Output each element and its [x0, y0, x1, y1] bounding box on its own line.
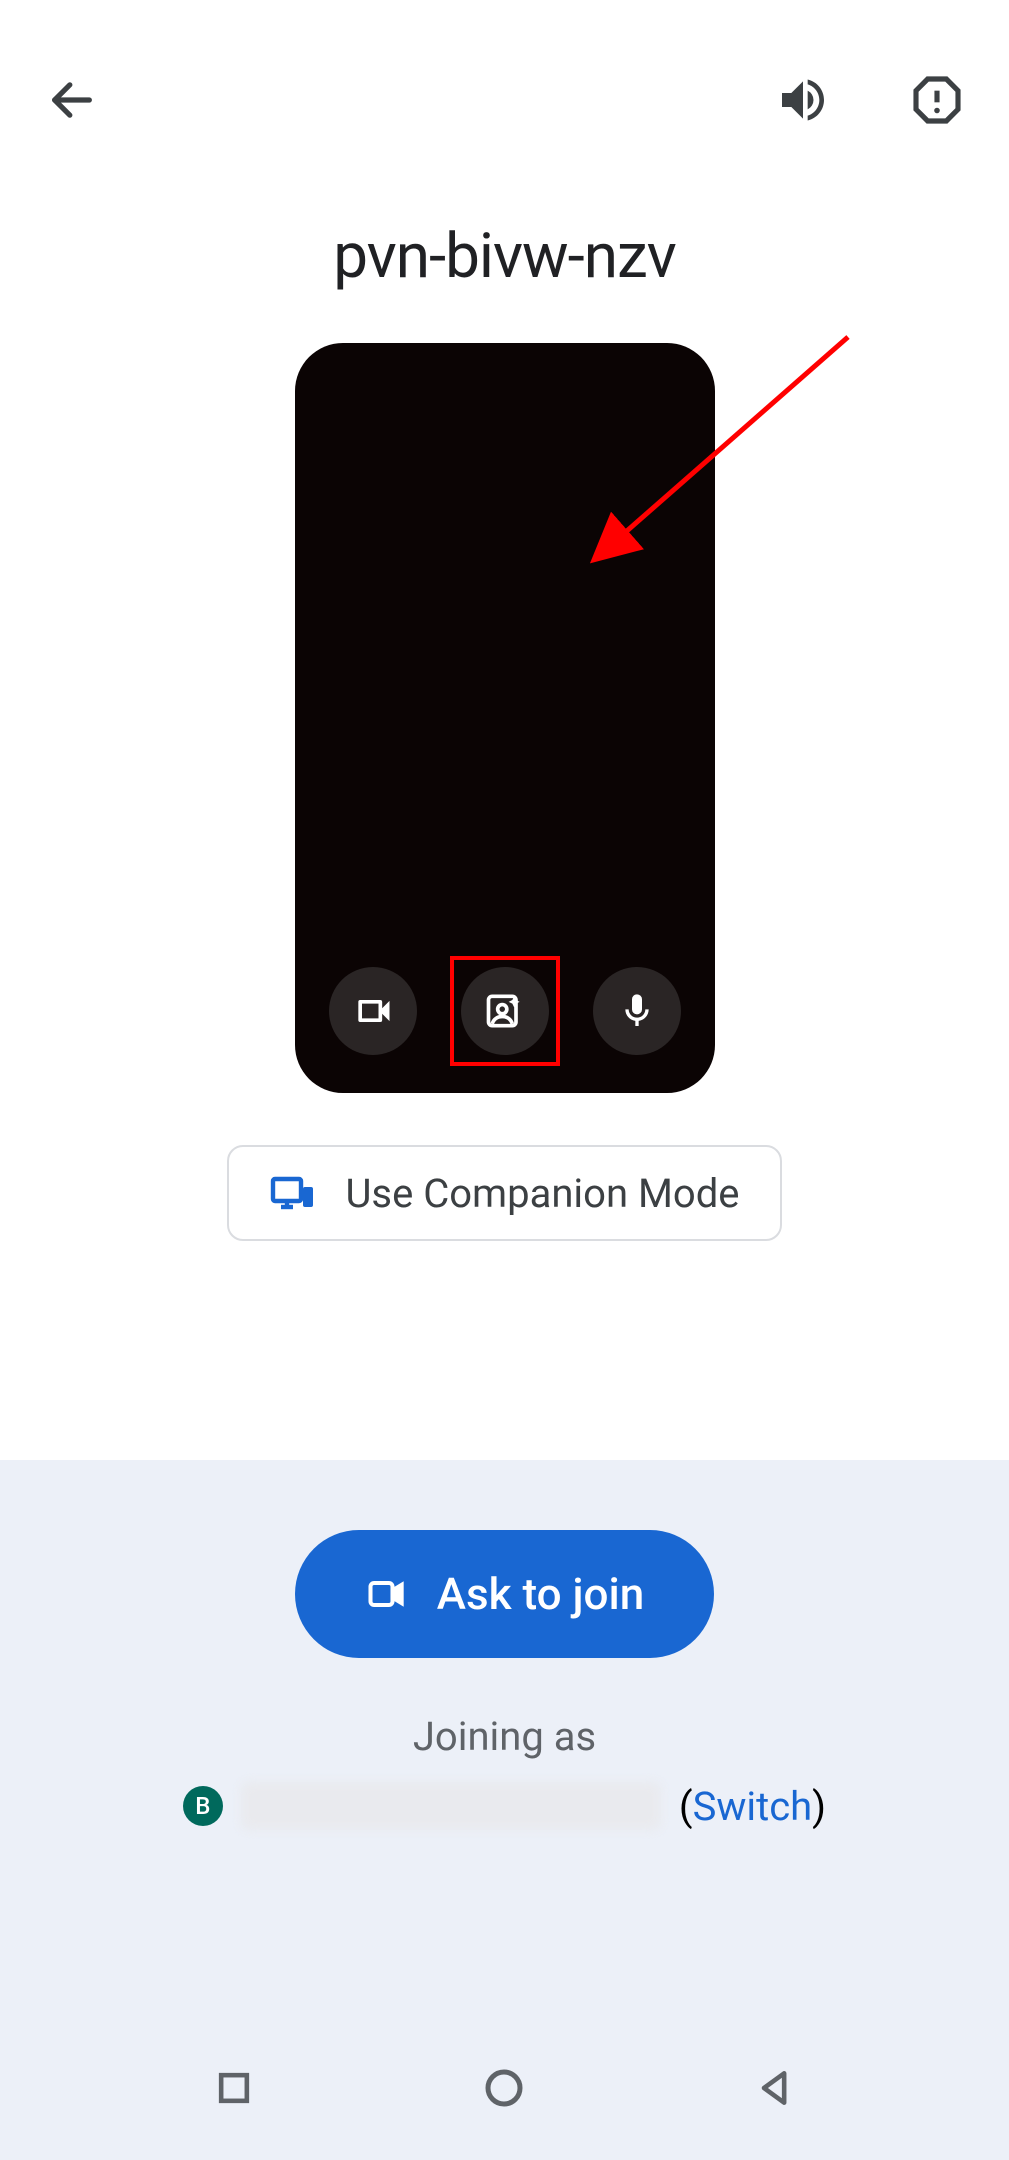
- toggle-camera-button[interactable]: [329, 967, 417, 1055]
- self-video-preview: [295, 343, 715, 1093]
- joining-as-label: Joining as: [413, 1713, 596, 1760]
- companion-mode-button[interactable]: Use Companion Mode: [227, 1145, 781, 1241]
- meeting-code: pvn-bivw-nzv: [0, 220, 1009, 293]
- companion-mode-label: Use Companion Mode: [345, 1170, 739, 1217]
- nav-recent-button[interactable]: [212, 2066, 256, 2114]
- report-octagon-icon: [909, 72, 965, 128]
- circle-outline-icon: [480, 2064, 528, 2112]
- ask-to-join-label: Ask to join: [437, 1568, 644, 1620]
- switch-account-link[interactable]: Switch: [693, 1783, 813, 1830]
- system-nav-bar: [0, 2020, 1009, 2160]
- report-problem-button[interactable]: [905, 68, 969, 132]
- speaker-icon: [775, 72, 831, 128]
- bottom-panel: Ask to join Joining as B (Switch): [0, 1460, 1009, 2160]
- audio-output-button[interactable]: [771, 68, 835, 132]
- account-email-redacted: [241, 1782, 661, 1830]
- videocam-outline-icon: [365, 1572, 409, 1616]
- ask-to-join-button[interactable]: Ask to join: [295, 1530, 714, 1658]
- back-button[interactable]: [40, 68, 104, 132]
- toggle-microphone-button[interactable]: [593, 967, 681, 1055]
- square-outline-icon: [212, 2066, 256, 2110]
- account-row: B (Switch): [183, 1782, 826, 1830]
- preview-controls: [295, 967, 715, 1055]
- avatar: B: [183, 1786, 223, 1826]
- microphone-icon: [617, 991, 657, 1031]
- arrow-left-icon: [46, 74, 98, 126]
- nav-back-button[interactable]: [753, 2066, 797, 2114]
- triangle-left-icon: [753, 2066, 797, 2110]
- switch-wrap: (Switch): [679, 1783, 826, 1830]
- devices-icon: [269, 1169, 317, 1217]
- background-effects-icon: [483, 989, 527, 1033]
- visual-effects-button[interactable]: [461, 967, 549, 1055]
- top-app-bar: [0, 0, 1009, 200]
- nav-home-button[interactable]: [480, 2064, 528, 2116]
- videocam-icon: [351, 989, 395, 1033]
